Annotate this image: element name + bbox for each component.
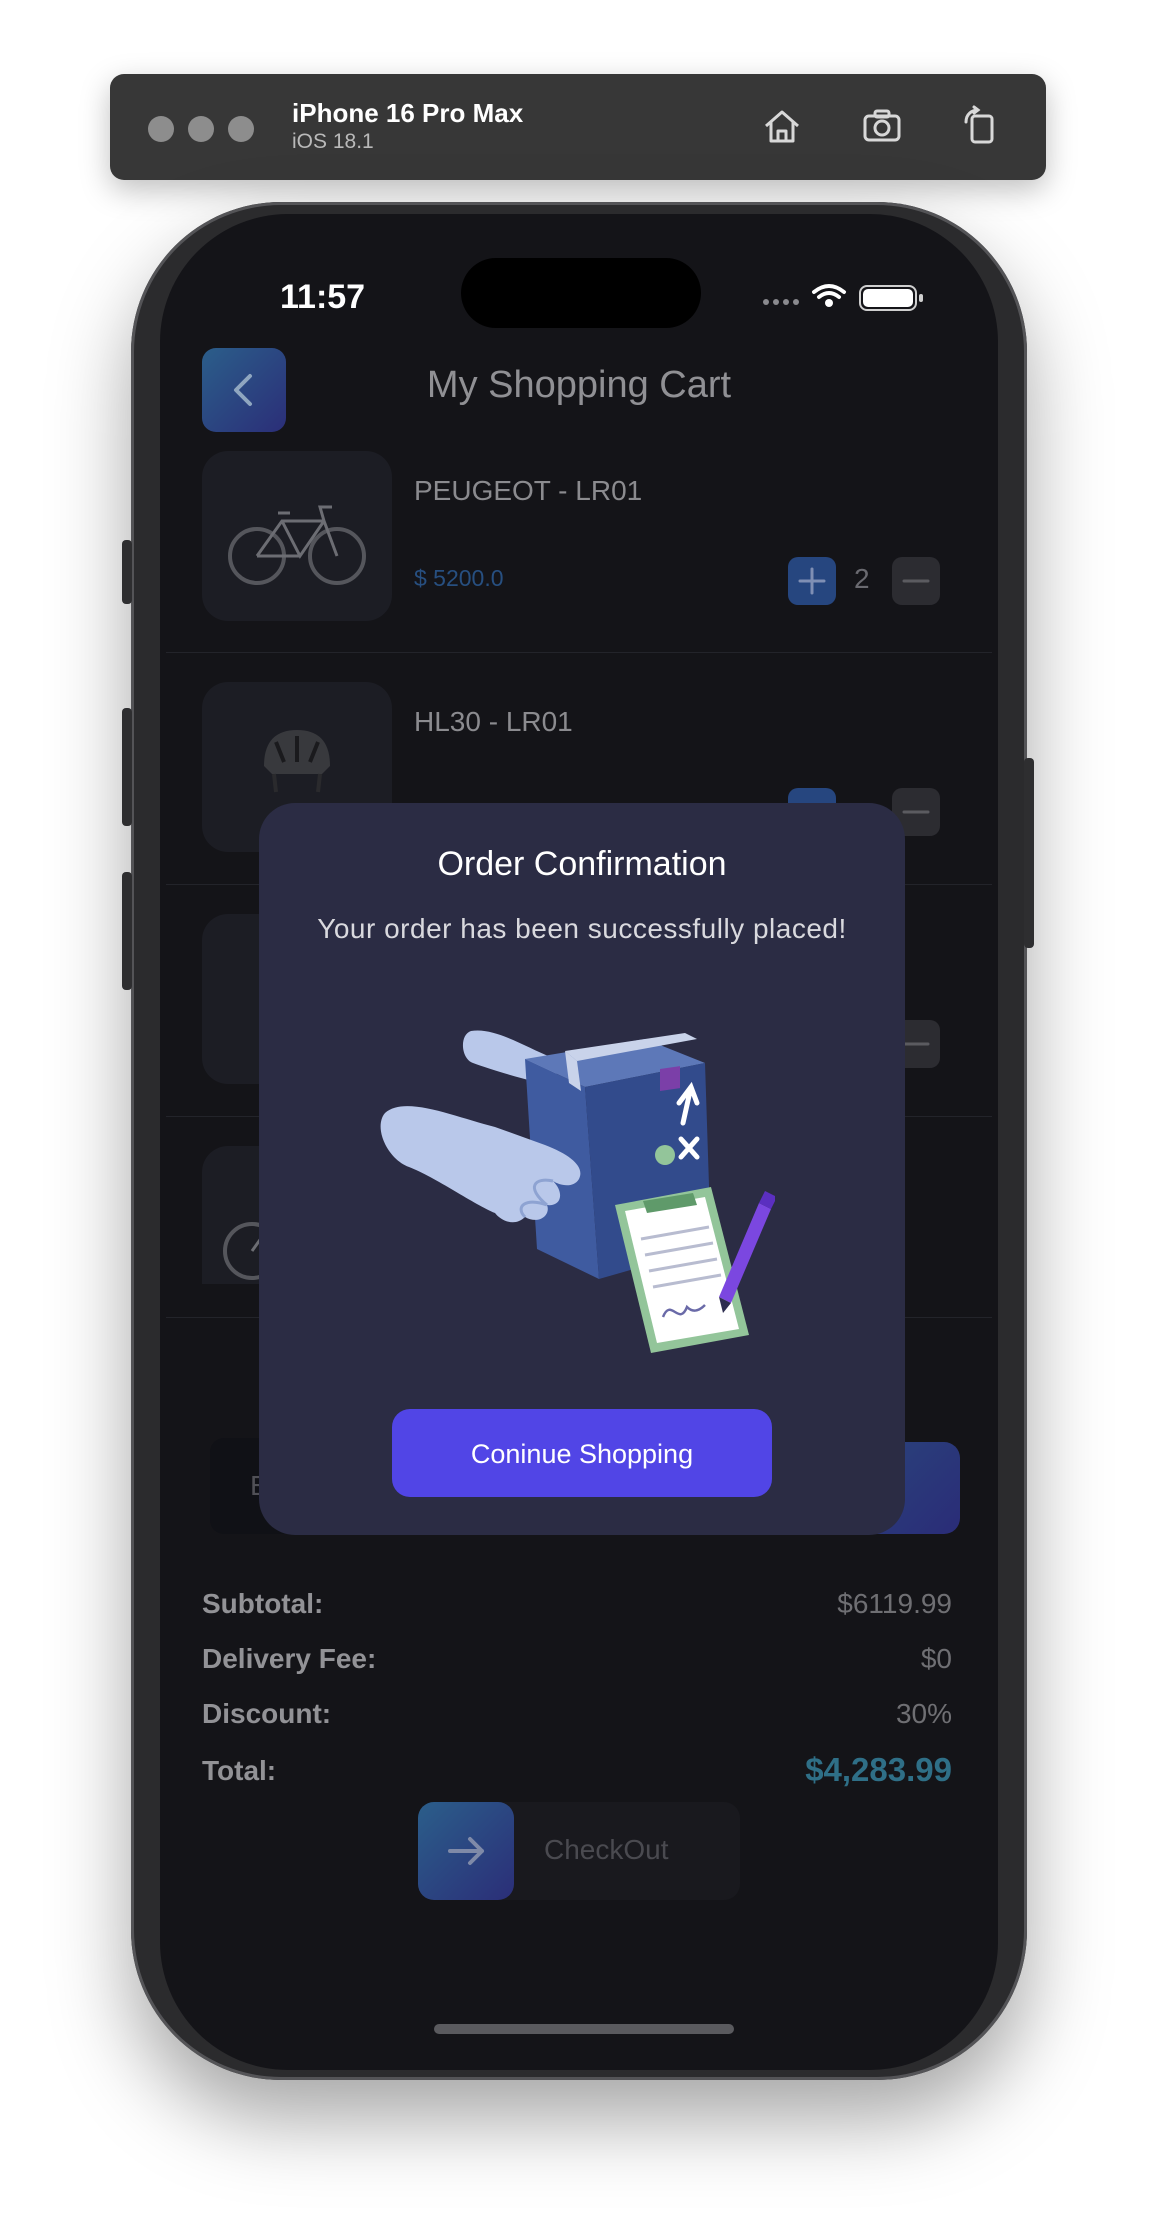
checkout-label: CheckOut — [544, 1834, 669, 1865]
product-name: PEUGEOT - LR01 — [414, 475, 643, 506]
window-zoom-dot[interactable] — [228, 116, 254, 142]
minus-icon — [902, 579, 930, 583]
device-name: iPhone 16 Pro Max — [292, 98, 524, 128]
volume-up-button — [122, 708, 132, 826]
delivery-fee-value: $0 — [920, 1643, 952, 1674]
delivery-fee-label: Delivery Fee: — [202, 1643, 377, 1674]
screenshot-icon[interactable] — [860, 104, 904, 148]
discount-value: 30% — [895, 1698, 952, 1729]
battery-icon — [859, 285, 923, 311]
simulator-toolbar: iPhone 16 Pro Max iOS 18.1 — [110, 74, 1046, 180]
status-time: 11:57 — [280, 278, 366, 316]
plus-icon — [798, 567, 826, 595]
item-divider — [166, 652, 992, 653]
cart-item[interactable]: PEUGEOT - LR01 $ 5200.0 2 — [202, 451, 940, 621]
status-icons — [763, 284, 923, 311]
checkout-button[interactable]: CheckOut — [418, 1802, 740, 1900]
dialog-message: Your order has been successfully placed! — [317, 913, 847, 944]
home-icon[interactable] — [760, 104, 804, 148]
arrow-right-icon — [448, 1837, 484, 1865]
signal-icon — [763, 299, 799, 305]
home-indicator[interactable] — [434, 2024, 734, 2034]
window-minimize-dot[interactable] — [188, 116, 214, 142]
increase-quantity-button[interactable] — [788, 557, 836, 605]
phone-screen: 11:57 My Shopping Cart PEUGEOT - LR01 $ … — [160, 214, 998, 2070]
action-button — [122, 540, 132, 604]
subtotal-value: $6119.99 — [837, 1588, 952, 1619]
bicycle-icon — [228, 505, 366, 585]
decrease-quantity-button[interactable] — [892, 557, 940, 605]
product-price: $ 5200.0 — [414, 565, 504, 591]
discount-label: Discount: — [202, 1698, 332, 1729]
wifi-icon — [812, 284, 846, 307]
page-title: My Shopping Cart — [426, 364, 732, 406]
product-name: HL30 - LR01 — [414, 706, 573, 737]
volume-down-button — [122, 872, 132, 990]
subtotal-label: Subtotal: — [202, 1588, 324, 1619]
power-button — [1024, 758, 1034, 948]
continue-shopping-button[interactable]: Coninue Shopping — [392, 1409, 772, 1497]
os-version: iOS 18.1 — [292, 130, 374, 153]
checkout-arrow-button[interactable] — [418, 1802, 514, 1900]
quantity-value: 2 — [854, 563, 870, 594]
package-delivery-illustration — [380, 1030, 775, 1353]
window-close-dot[interactable] — [148, 116, 174, 142]
rotate-icon[interactable] — [958, 104, 1002, 148]
order-confirmation-dialog: Order Confirmation Your order has been s… — [259, 803, 905, 1535]
total-label: Total: — [202, 1755, 277, 1786]
dialog-title: Order Confirmation — [437, 845, 727, 883]
product-thumbnail — [202, 451, 392, 621]
total-value: $4,283.99 — [805, 1751, 952, 1788]
dynamic-island — [461, 258, 701, 328]
